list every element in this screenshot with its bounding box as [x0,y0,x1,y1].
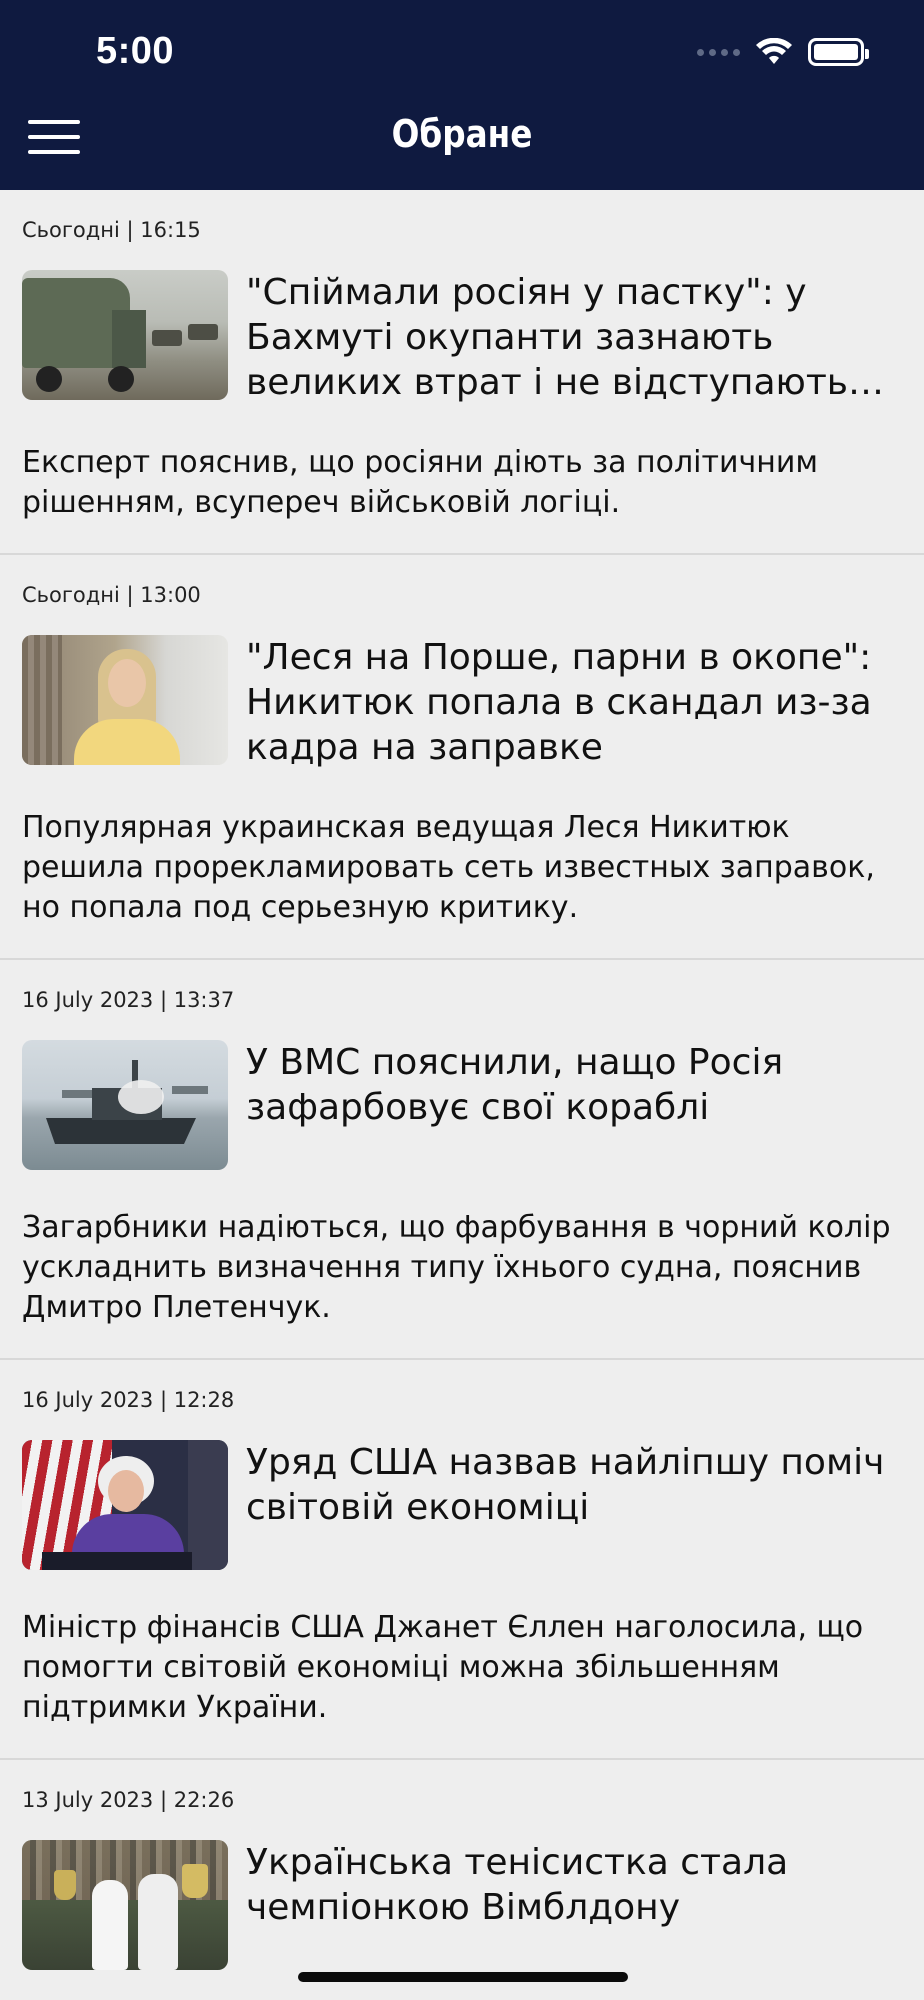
article-item[interactable]: Сьогодні | 13:00 "Леся на Порше, парни в… [0,555,924,960]
article-headline[interactable]: "Спіймали росіян у пастку": у Бахмуті ок… [246,270,902,405]
article-item[interactable]: 16 July 2023 | 13:37 У ВМС пояснили, нащ… [0,960,924,1360]
wifi-icon [756,38,792,64]
article-headline[interactable]: Уряд США назвав найліпшу поміч світовій … [246,1440,902,1530]
article-meta: 16 July 2023 | 12:28 [22,1388,235,1412]
article-meta: Сьогодні | 16:15 [22,218,201,242]
status-time: 5:00 [96,30,175,72]
article-headline[interactable]: Українська тенісистка стала чемпіонкою В… [246,1840,902,1930]
article-meta: Сьогодні | 13:00 [22,583,201,607]
military-truck-photo [22,270,228,400]
page-title: Обране [391,112,533,156]
tennis-players-trophies-photo [22,1840,228,1970]
home-indicator[interactable] [298,1972,628,1982]
favorites-feed[interactable]: Сьогодні | 16:15 "Спіймали росіян у паст… [0,190,924,2000]
article-summary: Експерт пояснив, що росіяни діють за пол… [22,445,818,520]
article-item[interactable]: 13 July 2023 | 22:26 Українська тенісист… [0,1760,924,2000]
article-item[interactable]: Сьогодні | 16:15 "Спіймали росіян у паст… [0,190,924,555]
article-headline[interactable]: "Леся на Порше, парни в окопе": Никитюк … [246,635,902,770]
article-summary: Популярная украинская ведущая Леся Никит… [22,810,875,925]
status-icons [697,36,869,68]
article-meta: 13 July 2023 | 22:26 [22,1788,235,1812]
signal-dots-icon [697,48,740,56]
top-navigation-bar: 5:00 Обране [0,0,924,190]
woman-portrait-photo [22,635,228,765]
article-summary: Міністр фінансів США Джанет Єллен наголо… [22,1610,864,1725]
battery-icon [808,38,869,66]
article-item[interactable]: 16 July 2023 | 12:28 Уряд США назвав най… [0,1360,924,1760]
article-headline[interactable]: У ВМС пояснили, нащо Росія зафарбовує св… [246,1040,902,1130]
speaker-at-podium-photo [22,1440,228,1570]
article-summary: Загарбники надіються, що фарбування в чо… [22,1210,891,1325]
article-meta: 16 July 2023 | 13:37 [22,988,235,1012]
warship-photo [22,1040,228,1170]
